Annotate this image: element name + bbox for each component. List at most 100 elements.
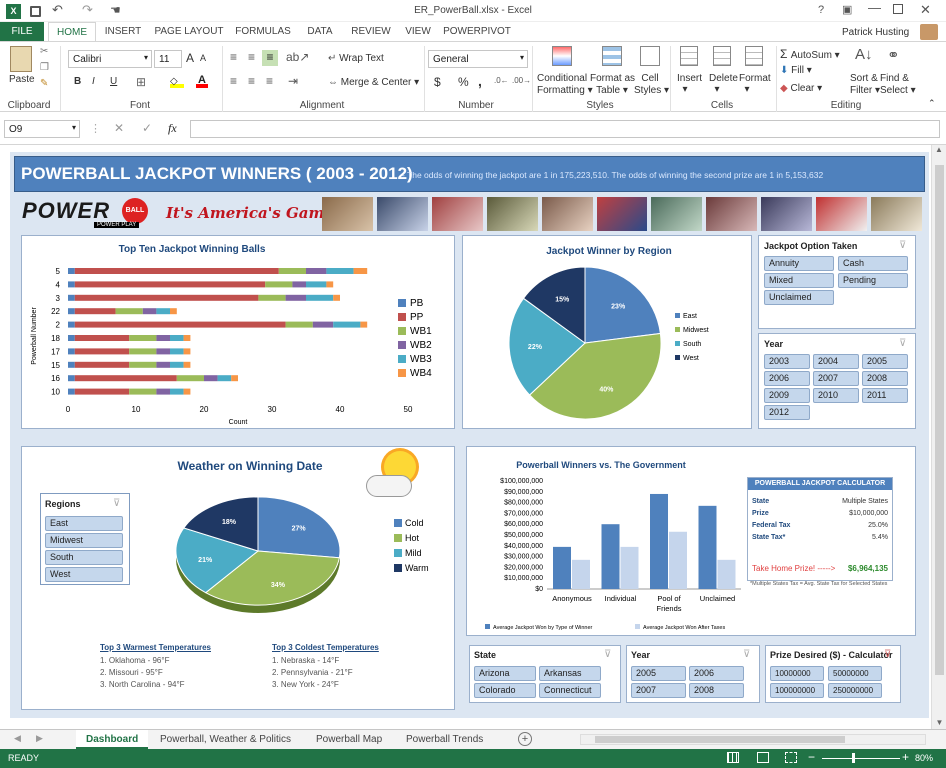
slicer-item[interactable]: 2009	[764, 388, 810, 403]
zoom-slider-thumb[interactable]	[852, 753, 855, 763]
normal-view-icon[interactable]	[727, 752, 739, 763]
fill-color-icon[interactable]: ◇	[170, 76, 184, 88]
currency-button[interactable]: $	[434, 75, 441, 89]
name-box[interactable]: O9 ▾	[4, 120, 80, 138]
slicer-item[interactable]: 2010	[813, 388, 859, 403]
fill-button[interactable]: ⬇ Fill ▾	[780, 65, 812, 76]
sheet-tab-map[interactable]: Powerball Map	[316, 730, 382, 749]
slicer-item[interactable]: Arizona	[474, 666, 536, 681]
slicer-item[interactable]: West	[45, 567, 123, 582]
slicer-item[interactable]: 2005	[631, 666, 686, 681]
slicer-item[interactable]: Arkansas	[539, 666, 601, 681]
clear-filter-icon[interactable]: ⊽	[884, 649, 891, 660]
clear-filter-icon[interactable]: ⊽	[899, 338, 906, 349]
slicer-item[interactable]: 10000000	[770, 666, 824, 681]
slicer-item[interactable]: 2003	[764, 354, 810, 369]
slicer-item[interactable]: 2008	[689, 683, 744, 698]
zoom-in-button[interactable]: +	[902, 750, 909, 764]
sheet-tab-weather-politics[interactable]: Powerball, Weather & Politics	[160, 730, 291, 749]
underline-button[interactable]: U	[110, 76, 117, 87]
slicer-item[interactable]: 250000000	[828, 683, 882, 698]
format-painter-icon[interactable]: ✎	[40, 78, 48, 89]
scroll-thumb[interactable]	[935, 165, 944, 675]
scroll-down-icon[interactable]: ▼	[932, 718, 946, 727]
tab-data[interactable]: DATA	[298, 22, 342, 41]
sort-filter-icon[interactable]: A↓	[855, 46, 873, 63]
government-bar-chart[interactable]: Powerball Winners vs. The Government $0 $1…	[467, 447, 747, 635]
page-break-view-icon[interactable]	[785, 752, 797, 763]
tab-review[interactable]: REVIEW	[346, 22, 396, 41]
font-size-dropdown[interactable]: 11	[154, 50, 182, 68]
sheet-tab-dashboard[interactable]: Dashboard	[76, 730, 149, 749]
insert-cells-button[interactable]: Insert ▾	[677, 73, 702, 95]
autosum-button[interactable]: Σ AutoSum ▾	[780, 47, 840, 61]
tab-powerpivot[interactable]: POWERPIVOT	[440, 22, 514, 41]
format-as-table-button[interactable]: Format as Table ▾	[590, 73, 635, 97]
align-left-icon[interactable]: ≡	[230, 74, 237, 88]
tab-formulas[interactable]: FORMULAS	[232, 22, 294, 41]
indent-icon[interactable]: ⇥	[288, 74, 298, 88]
clear-button[interactable]: ◆ Clear ▾	[780, 83, 822, 94]
clear-filter-icon[interactable]: ⊽	[113, 498, 120, 509]
find-select-button[interactable]: Find & Select ▾	[880, 73, 916, 97]
clear-filter-icon[interactable]: ⊽	[899, 240, 906, 251]
cut-icon[interactable]: ✂	[40, 46, 48, 57]
slicer-item[interactable]: Mixed	[764, 273, 834, 288]
collapse-ribbon-icon[interactable]: ⌃	[928, 98, 936, 109]
slicer-item[interactable]: 2007	[631, 683, 686, 698]
slicer-item[interactable]: 100000000	[770, 683, 824, 698]
insert-cells-icon[interactable]	[680, 46, 698, 66]
percent-button[interactable]: %	[458, 75, 469, 89]
clear-filter-icon[interactable]: ⊽	[604, 649, 611, 660]
sheet-prev-icon[interactable]: ◀	[14, 733, 21, 744]
align-bottom-icon[interactable]: ≡	[262, 50, 278, 66]
help-icon[interactable]: ?	[818, 4, 824, 16]
format-cells-button[interactable]: Format ▾	[739, 73, 771, 95]
clear-filter-icon[interactable]: ⊽	[743, 649, 750, 660]
orientation-icon[interactable]: ab↗	[286, 50, 309, 64]
confirm-edit-icon[interactable]: ✓	[142, 121, 152, 135]
slicer-item[interactable]: Annuity	[764, 256, 834, 271]
slicer-item[interactable]: 2012	[764, 405, 810, 420]
copy-icon[interactable]: ❐	[40, 62, 49, 73]
zoom-slider[interactable]	[822, 753, 900, 763]
wrap-text-button[interactable]: ↵ Wrap Text	[328, 53, 384, 64]
align-top-icon[interactable]: ≡	[230, 50, 237, 64]
conditional-formatting-icon[interactable]	[552, 46, 572, 66]
slicer-item[interactable]: South	[45, 550, 123, 565]
top-ten-balls-chart[interactable]: Top Ten Jackpot Winning Balls54322218171…	[22, 236, 454, 428]
scroll-up-icon[interactable]: ▲	[932, 145, 946, 154]
h-scroll-thumb[interactable]	[595, 736, 845, 743]
paste-icon[interactable]	[10, 46, 32, 72]
tab-home[interactable]: HOME	[48, 22, 96, 41]
horizontal-scrollbar[interactable]	[580, 734, 926, 745]
align-right-icon[interactable]: ≡	[266, 74, 273, 88]
slicer-item[interactable]: Unclaimed	[764, 290, 834, 305]
sheet-next-icon[interactable]: ▶	[36, 733, 43, 744]
region-pie-chart[interactable]: Jackpot Winner by Region 23% 40% 22% 15% East…	[463, 236, 751, 428]
tab-file[interactable]: FILE	[0, 22, 44, 41]
maximize-button[interactable]	[893, 4, 903, 14]
merge-center-button[interactable]: ⇔ Merge & Center ▾	[328, 77, 419, 88]
paste-button[interactable]: Paste	[9, 74, 35, 85]
formula-input[interactable]	[190, 120, 940, 138]
slicer-item[interactable]: 2006	[689, 666, 744, 681]
slicer-item[interactable]: 2006	[764, 371, 810, 386]
slicer-item[interactable]: 2005	[862, 354, 908, 369]
slicer-item[interactable]: Pending	[838, 273, 908, 288]
add-sheet-button[interactable]: +	[518, 732, 532, 746]
delete-cells-icon[interactable]	[713, 46, 731, 66]
close-button[interactable]: ✕	[920, 2, 931, 18]
shrink-font-button[interactable]: A	[200, 53, 206, 63]
align-center-icon[interactable]: ≡	[248, 74, 255, 88]
slicer-item[interactable]: 2008	[862, 371, 908, 386]
increase-decimal-icon[interactable]: .0←	[494, 76, 509, 85]
conditional-formatting-button[interactable]: Conditional Formatting ▾	[537, 73, 593, 97]
slicer-item[interactable]: East	[45, 516, 123, 531]
tab-page-layout[interactable]: PAGE LAYOUT	[150, 22, 228, 41]
number-format-dropdown[interactable]: General ▾	[428, 50, 528, 68]
comma-button[interactable]: ,	[478, 73, 482, 89]
binoculars-icon[interactable]: ⚭	[887, 46, 900, 64]
page-layout-view-icon[interactable]	[757, 752, 769, 763]
delete-cells-button[interactable]: Delete ▾	[709, 73, 738, 95]
